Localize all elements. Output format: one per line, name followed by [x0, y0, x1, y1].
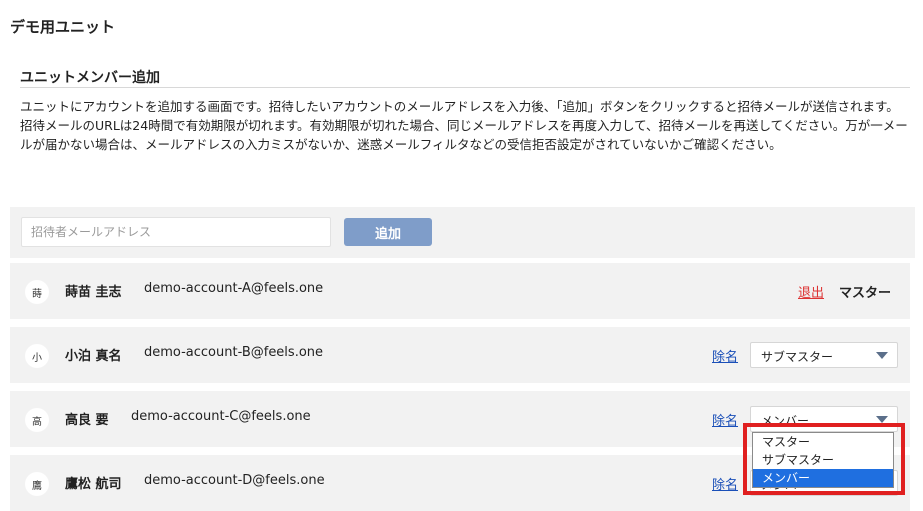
chevron-down-icon — [876, 416, 888, 423]
role-select-value: サブマスター — [761, 350, 834, 364]
description-paragraph-2: 招待メールのURLは24時間で有効期限が切れます。有効期限が切れた場合、同じメー… — [20, 118, 908, 152]
member-name: 蒔苗 圭志 — [65, 285, 122, 300]
role-text: マスター — [839, 286, 892, 301]
leave-link[interactable]: 退出 — [798, 282, 824, 301]
role-option-master[interactable]: マスター — [753, 433, 893, 451]
role-select[interactable]: メンバー — [750, 406, 898, 432]
remove-link[interactable]: 除名 — [712, 346, 738, 365]
avatar: 鷹 — [25, 472, 49, 496]
role-select-value: メンバー — [761, 414, 810, 428]
remove-link[interactable]: 除名 — [712, 474, 738, 493]
section-title: ユニットメンバー追加 — [20, 70, 160, 86]
member-row: 蒔 蒔苗 圭志 demo-account-A@feels.one 退出 マスター — [10, 263, 910, 319]
member-name: 高良 要 — [65, 413, 109, 428]
unit-title: デモ用ユニット — [10, 18, 116, 36]
role-option-submaster[interactable]: サブマスター — [753, 451, 893, 469]
member-email: demo-account-C@feels.one — [131, 409, 311, 424]
role-dropdown-list: マスター サブマスター メンバー — [752, 432, 894, 488]
member-email: demo-account-D@feels.one — [144, 473, 325, 488]
avatar: 小 — [25, 344, 49, 368]
add-button[interactable]: 追加 — [344, 218, 432, 246]
member-name: 鷹松 航司 — [65, 477, 122, 492]
section-divider — [20, 87, 910, 88]
avatar: 蒔 — [25, 280, 49, 304]
role-select[interactable]: サブマスター — [750, 342, 898, 368]
avatar: 高 — [25, 408, 49, 432]
chevron-down-icon — [876, 352, 888, 359]
email-input[interactable] — [21, 217, 331, 247]
member-email: demo-account-B@feels.one — [144, 345, 324, 360]
description: ユニットにアカウントを追加する画面です。招待したいアカウントのメールアドレスを入… — [20, 97, 915, 154]
role-option-member[interactable]: メンバー — [753, 469, 893, 487]
remove-link[interactable]: 除名 — [712, 410, 738, 429]
member-email: demo-account-A@feels.one — [144, 281, 324, 296]
member-row: 小 小泊 真名 demo-account-B@feels.one 除名 サブマス… — [10, 327, 910, 383]
add-member-panel: 追加 — [10, 207, 915, 258]
member-name: 小泊 真名 — [65, 349, 122, 364]
description-paragraph-1: ユニットにアカウントを追加する画面です。招待したいアカウントのメールアドレスを入… — [20, 99, 899, 114]
